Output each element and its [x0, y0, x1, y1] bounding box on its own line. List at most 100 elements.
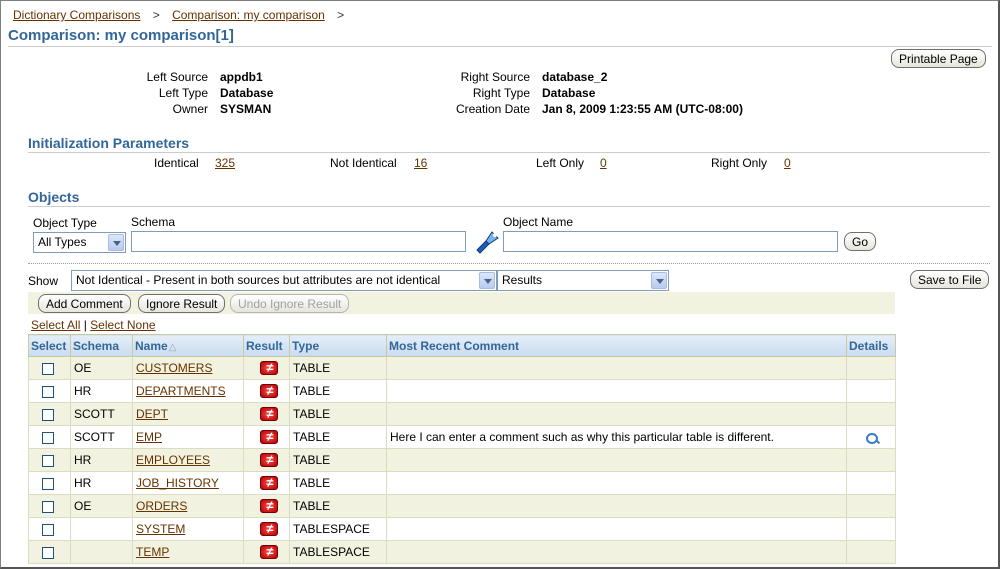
chevron-down-icon[interactable] [651, 272, 667, 289]
table-row: SCOTTDEPT TABLE [28, 402, 896, 426]
object-name-input[interactable] [503, 231, 838, 252]
not-equal-icon[interactable] [260, 405, 279, 423]
table-row: HRJOB_HISTORY TABLE [28, 471, 896, 495]
row-select-checkbox[interactable] [42, 546, 54, 559]
row-select-checkbox[interactable] [42, 408, 54, 421]
schema-cell: SCOTT [70, 402, 133, 426]
schema-cell [70, 540, 133, 564]
right-only-count-link[interactable]: 0 [784, 156, 791, 170]
col-name-label: Name [135, 338, 168, 353]
col-comment-header[interactable]: Most Recent Comment [386, 334, 847, 357]
search-flashlight-icon[interactable] [474, 228, 500, 254]
type-cell: TABLE [289, 494, 387, 518]
schema-cell: OE [70, 356, 133, 380]
type-cell: TABLE [289, 425, 387, 449]
table-row: OEORDERS TABLE [28, 494, 896, 518]
not-equal-icon[interactable] [260, 359, 279, 377]
ignore-result-button[interactable]: Ignore Result [138, 294, 226, 313]
row-select-checkbox[interactable] [42, 500, 54, 513]
breadcrumb-separator: > [152, 8, 160, 22]
select-none-link[interactable]: Select None [90, 318, 155, 332]
save-to-file-button[interactable]: Save to File [910, 270, 990, 289]
comment-cell [386, 379, 847, 403]
row-select-checkbox[interactable] [42, 477, 54, 490]
selection-divider: | [83, 318, 87, 332]
object-name-link[interactable]: EMPLOYEES [136, 453, 210, 467]
schema-input[interactable] [131, 231, 466, 252]
col-type-header[interactable]: Type [289, 334, 387, 357]
show-filter-select[interactable]: Not Identical - Present in both sources … [71, 270, 497, 291]
row-select-checkbox[interactable] [42, 385, 54, 398]
object-name-link[interactable]: EMP [136, 430, 162, 444]
result-cell [243, 379, 290, 403]
name-cell: DEPARTMENTS [132, 379, 244, 403]
left-only-label: Left Only [536, 156, 585, 170]
left-only-count-link[interactable]: 0 [600, 156, 607, 170]
object-type-select[interactable]: All Types [33, 232, 126, 253]
row-select-checkbox[interactable] [42, 523, 54, 536]
row-select-checkbox[interactable] [42, 454, 54, 467]
not-equal-icon[interactable] [260, 543, 279, 561]
not-identical-count-link[interactable]: 16 [414, 156, 427, 170]
not-equal-icon[interactable] [260, 474, 279, 492]
add-comment-button[interactable]: Add Comment [38, 294, 131, 313]
row-select-checkbox[interactable] [42, 431, 54, 444]
identical-count-link[interactable]: 325 [215, 156, 235, 170]
selection-links: Select All | Select None [31, 318, 156, 332]
col-result-header[interactable]: Result [243, 334, 290, 357]
result-cell [243, 425, 290, 449]
creation-date-value: Jan 8, 2009 1:23:55 AM (UTC-08:00) [542, 102, 743, 116]
chevron-down-icon[interactable] [479, 272, 495, 289]
object-name-link[interactable]: ORDERS [136, 499, 187, 513]
object-name-link[interactable]: TEMP [136, 545, 169, 559]
objects-header: Objects [28, 189, 80, 205]
object-name-label: Object Name [503, 215, 574, 229]
object-type-selected: All Types [38, 235, 87, 249]
name-cell: SYSTEM [132, 517, 244, 541]
select-cell [28, 402, 71, 426]
select-cell [28, 471, 71, 495]
object-name-link[interactable]: JOB_HISTORY [136, 476, 219, 490]
not-equal-icon[interactable] [260, 497, 279, 515]
row-select-checkbox[interactable] [42, 362, 54, 375]
details-cell [846, 379, 896, 403]
undo-ignore-result-button[interactable]: Undo Ignore Result [230, 294, 350, 313]
not-equal-icon[interactable] [260, 520, 279, 538]
select-all-link[interactable]: Select All [31, 318, 80, 332]
results-table: Select Schema Name△ Result Type Most Rec… [28, 334, 896, 564]
left-source-value: appdb1 [220, 70, 263, 84]
object-name-link[interactable]: CUSTOMERS [136, 361, 212, 375]
schema-cell [70, 517, 133, 541]
right-type-label: Right Type [472, 86, 530, 100]
col-schema-header[interactable]: Schema [70, 334, 133, 357]
type-cell: TABLE [289, 379, 387, 403]
type-cell: TABLE [289, 448, 387, 472]
not-equal-icon[interactable] [260, 451, 279, 469]
select-cell [28, 517, 71, 541]
schema-cell: OE [70, 494, 133, 518]
table-row: SCOTTEMP TABLEHere I can enter a comment … [28, 425, 896, 449]
table-row: OECUSTOMERS TABLE [28, 356, 896, 380]
name-cell: CUSTOMERS [132, 356, 244, 380]
chevron-down-icon[interactable] [108, 234, 124, 251]
breadcrumb-dictionary-comparisons[interactable]: Dictionary Comparisons [13, 8, 140, 22]
left-source-label: Left Source [146, 70, 208, 84]
object-name-link[interactable]: SYSTEM [136, 522, 185, 536]
breadcrumb-comparison[interactable]: Comparison: my comparison [172, 8, 325, 22]
table-row: HRDEPARTMENTS TABLE [28, 379, 896, 403]
type-cell: TABLESPACE [289, 540, 387, 564]
not-equal-icon[interactable] [260, 382, 279, 400]
owner-value: SYSMAN [220, 102, 272, 116]
magnifier-details-icon[interactable] [866, 432, 878, 444]
not-equal-icon[interactable] [260, 428, 279, 446]
col-name-header[interactable]: Name△ [132, 334, 244, 357]
comment-cell [386, 356, 847, 380]
view-select[interactable]: Results [497, 270, 669, 291]
objects-divider [28, 206, 990, 207]
name-cell: ORDERS [132, 494, 244, 518]
object-name-link[interactable]: DEPARTMENTS [136, 384, 226, 398]
object-name-link[interactable]: DEPT [136, 407, 168, 421]
go-button[interactable]: Go [844, 232, 877, 251]
printable-page-button[interactable]: Printable Page [891, 49, 986, 68]
page-title: Comparison: my comparison[1] [8, 27, 234, 44]
